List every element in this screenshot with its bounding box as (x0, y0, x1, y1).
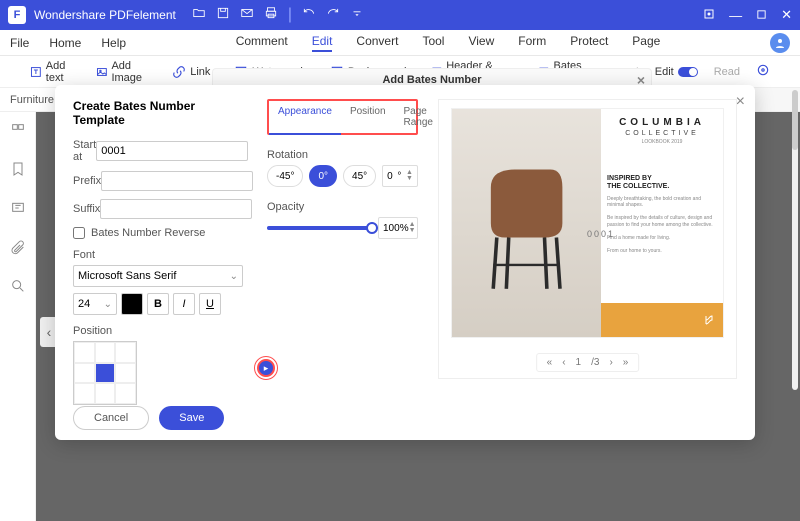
mail-icon[interactable] (240, 6, 254, 25)
preview-image (452, 109, 601, 337)
preview-footer-bar (601, 303, 723, 337)
rotation-0[interactable]: 0° (309, 165, 337, 187)
tab-position[interactable]: Position (341, 101, 395, 133)
add-button[interactable]: ▸ (257, 359, 275, 377)
titlebar: F Wondershare PDFelement | — ✕ (0, 0, 800, 30)
page-first-icon[interactable]: « (547, 357, 553, 368)
scrollbar[interactable] (792, 90, 798, 390)
save-button[interactable]: Save (159, 406, 224, 430)
window-close-icon[interactable]: ✕ (781, 7, 792, 23)
menu-comment[interactable]: Comment (236, 34, 288, 52)
menu-page[interactable]: Page (632, 34, 660, 52)
bold-button[interactable]: B (147, 293, 169, 315)
menu-form[interactable]: Form (518, 34, 546, 52)
preview-headline: INSPIRED BYTHE COLLECTIVE. (607, 175, 717, 192)
page-prev-icon[interactable]: ‹ (562, 357, 565, 368)
modal-title: Create Bates Number Template (73, 99, 243, 127)
mode-read[interactable]: Read (714, 66, 740, 78)
tool-add-text[interactable]: Add text (30, 60, 80, 84)
tool-add-image[interactable]: Add Image (96, 60, 157, 84)
print-icon[interactable] (264, 6, 278, 25)
app-logo: F (8, 6, 26, 24)
position-center (95, 363, 116, 384)
prefix-label: Prefix (73, 175, 101, 187)
font-color-button[interactable] (121, 293, 143, 315)
minimize-icon[interactable]: — (729, 8, 742, 23)
menu-tool[interactable]: Tool (422, 34, 444, 52)
start-at-label: Start at (73, 139, 96, 163)
save-icon[interactable] (216, 6, 230, 25)
start-at-input[interactable] (96, 141, 248, 161)
attachment-icon[interactable] (10, 239, 26, 260)
suffix-input[interactable] (100, 199, 252, 219)
tool-settings-icon[interactable] (756, 63, 770, 80)
menu-convert[interactable]: Convert (356, 34, 398, 52)
menu-edit[interactable]: Edit (312, 34, 333, 52)
app-title: Wondershare PDFelement (34, 8, 176, 22)
bookmark-icon[interactable] (10, 161, 26, 182)
options-tabs: Appearance Position Page Range (267, 99, 418, 135)
position-section-label: Position (73, 325, 243, 337)
underline-button[interactable]: U (199, 293, 221, 315)
rotation-45[interactable]: 45° (343, 165, 376, 187)
position-grid[interactable] (73, 341, 137, 405)
prefix-input[interactable] (101, 171, 253, 191)
window-box-icon[interactable] (703, 8, 715, 23)
menu-file[interactable]: File (10, 36, 29, 50)
tab-appearance[interactable]: Appearance (269, 101, 341, 135)
preview-panel: COLUMBIA COLLECTIVE LOOKBOOK 2019 INSPIR… (438, 99, 737, 379)
page-total: /3 (591, 357, 599, 368)
user-avatar[interactable] (770, 33, 790, 53)
mode-edit[interactable]: Edit (655, 66, 698, 78)
menu-view[interactable]: View (468, 34, 494, 52)
menu-protect[interactable]: Protect (570, 34, 608, 52)
left-rail (0, 112, 36, 521)
opacity-slider[interactable] (267, 226, 372, 230)
font-family-select[interactable]: Microsoft Sans Serif (73, 265, 243, 287)
preview-pager: « ‹ 1/3 › » (536, 353, 640, 372)
page-last-icon[interactable]: » (623, 357, 629, 368)
maximize-icon[interactable] (756, 8, 767, 23)
page-next-icon[interactable]: › (609, 357, 612, 368)
rotation-label: Rotation (267, 149, 418, 161)
edit-toggle[interactable] (678, 67, 698, 77)
preview-page: COLUMBIA COLLECTIVE LOOKBOOK 2019 INSPIR… (451, 108, 724, 338)
reverse-checkbox[interactable] (73, 227, 85, 239)
opacity-value-input[interactable]: 100%▲▼ (378, 217, 418, 239)
preview-body-text: Deeply breathtaking, the bold creation a… (607, 196, 717, 255)
page-current: 1 (576, 357, 582, 368)
suffix-label: Suffix (73, 203, 100, 215)
rotation-custom-input[interactable]: 0°▲▼ (382, 165, 418, 187)
cancel-button[interactable]: Cancel (73, 406, 149, 430)
undo-icon[interactable] (302, 6, 316, 25)
dropdown-icon[interactable] (350, 6, 364, 25)
folder-icon[interactable] (192, 6, 206, 25)
reverse-label: Bates Number Reverse (91, 227, 205, 239)
comment-icon[interactable] (10, 200, 26, 221)
menu-help[interactable]: Help (101, 36, 126, 50)
redo-icon[interactable] (326, 6, 340, 25)
divider: | (288, 6, 292, 25)
modal-close-icon[interactable]: × (736, 93, 745, 111)
preview-subtitle: COLLECTIVE (607, 130, 717, 137)
menu-home[interactable]: Home (49, 36, 81, 50)
rotation-minus45[interactable]: -45° (267, 165, 303, 187)
italic-button[interactable]: I (173, 293, 195, 315)
font-size-select[interactable]: 24 (73, 293, 117, 315)
font-section-label: Font (73, 249, 243, 261)
bates-template-modal: × Create Bates Number Template Start at … (55, 85, 755, 440)
search-icon[interactable] (10, 278, 26, 299)
menubar: File Home Help Comment Edit Convert Tool… (0, 30, 800, 56)
opacity-label: Opacity (267, 201, 418, 213)
preview-brand: COLUMBIA (607, 117, 717, 128)
preview-book: LOOKBOOK 2019 (607, 139, 717, 145)
bates-overlay: 0001 (587, 229, 615, 239)
thumbnails-icon[interactable] (10, 122, 26, 143)
